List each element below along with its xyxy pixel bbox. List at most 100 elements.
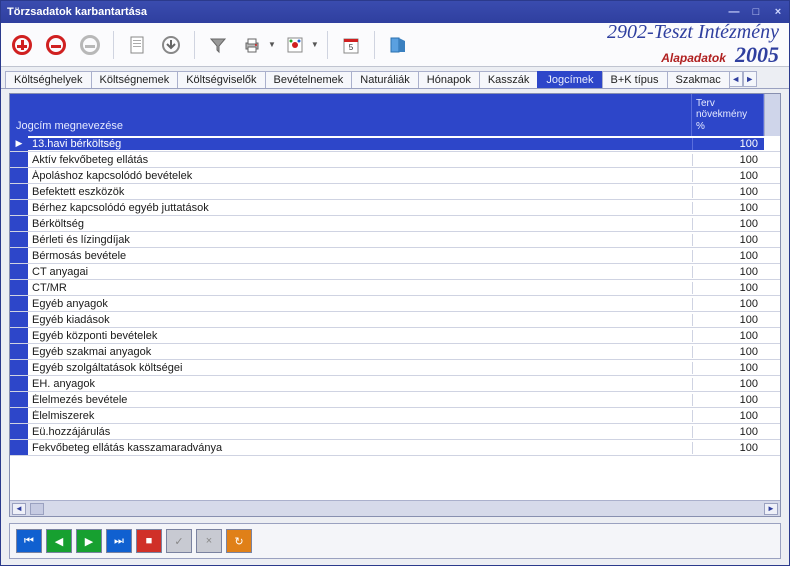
table-row[interactable]: Befektett eszközök100 bbox=[10, 184, 780, 200]
cell-name: Egyéb szakmai anyagok bbox=[28, 346, 692, 358]
table-row[interactable]: CT anyagai100 bbox=[10, 264, 780, 280]
tab-bev-telnemek[interactable]: Bevételnemek bbox=[265, 71, 353, 88]
nav-next-button[interactable]: ▶ bbox=[76, 529, 102, 553]
tab-natur-li-k[interactable]: Naturáliák bbox=[351, 71, 419, 88]
scroll-left-icon[interactable]: ◄ bbox=[12, 503, 26, 515]
cell-name: Egyéb központi bevételek bbox=[28, 330, 692, 342]
minimize-button[interactable]: — bbox=[727, 5, 741, 19]
row-marker bbox=[10, 424, 28, 439]
scroll-thumb[interactable] bbox=[30, 503, 44, 515]
titlebar: Törzsadatok karbantartása — □ × bbox=[1, 1, 789, 23]
close-button[interactable]: × bbox=[771, 5, 785, 19]
settings-dropdown-icon[interactable]: ▼ bbox=[311, 40, 319, 49]
tab-kassz-k[interactable]: Kasszák bbox=[479, 71, 539, 88]
filter-button[interactable] bbox=[203, 30, 233, 60]
grid-body: ▶13.havi bérköltség100Aktív fekvőbeteg e… bbox=[10, 136, 780, 500]
table-row[interactable]: Bérköltség100 bbox=[10, 216, 780, 232]
nav-first-button[interactable]: ⏮ bbox=[16, 529, 42, 553]
disabled-remove-button bbox=[75, 30, 105, 60]
cell-value: 100 bbox=[692, 202, 764, 214]
scroll-right-icon[interactable]: ► bbox=[764, 503, 778, 515]
nav-last-button[interactable]: ⏭ bbox=[106, 529, 132, 553]
row-marker bbox=[10, 376, 28, 391]
table-row[interactable]: Egyéb szakmai anyagok100 bbox=[10, 344, 780, 360]
nav-prev-button[interactable]: ◀ bbox=[46, 529, 72, 553]
cell-value: 100 bbox=[692, 250, 764, 262]
table-row[interactable]: ▶13.havi bérköltség100 bbox=[10, 136, 780, 152]
document-button[interactable] bbox=[122, 30, 152, 60]
calendar-button[interactable]: 5 bbox=[336, 30, 366, 60]
table-row[interactable]: Bérhez kapcsolódó egyéb juttatások100 bbox=[10, 200, 780, 216]
col-name-header[interactable]: Jogcím megnevezése bbox=[16, 120, 123, 132]
grid-header: Jogcím megnevezése Terv növekmény % bbox=[10, 94, 780, 136]
cell-name: Élelmezés bevétele bbox=[28, 394, 692, 406]
row-marker bbox=[10, 152, 28, 167]
table-row[interactable]: Fekvőbeteg ellátás kasszamaradványa100 bbox=[10, 440, 780, 456]
table-row[interactable]: CT/MR100 bbox=[10, 280, 780, 296]
cell-name: CT anyagai bbox=[28, 266, 692, 278]
exit-button[interactable] bbox=[383, 30, 413, 60]
row-marker bbox=[10, 168, 28, 183]
tab-k-lts-gnemek[interactable]: Költségnemek bbox=[91, 71, 179, 88]
maximize-button[interactable]: □ bbox=[749, 5, 763, 19]
table-row[interactable]: Bérleti és lízingdíjak100 bbox=[10, 232, 780, 248]
tab-jogc-mek[interactable]: Jogcímek bbox=[537, 71, 602, 88]
table-row[interactable]: Egyéb szolgáltatások költségei100 bbox=[10, 360, 780, 376]
row-marker: ▶ bbox=[10, 136, 28, 151]
col-value-header[interactable]: Terv növekmény % bbox=[696, 98, 747, 133]
table-row[interactable]: Eü.hozzájárulás100 bbox=[10, 424, 780, 440]
tabs-bar: KöltséghelyekKöltségnemekKöltségviselőkB… bbox=[1, 67, 789, 89]
remove-button[interactable] bbox=[41, 30, 71, 60]
row-marker bbox=[10, 328, 28, 343]
cell-value: 100 bbox=[692, 234, 764, 246]
add-button[interactable] bbox=[7, 30, 37, 60]
cell-name: Egyéb kiadások bbox=[28, 314, 692, 326]
tab-b-k-t-pus[interactable]: B+K típus bbox=[602, 71, 668, 88]
table-row[interactable]: Élelmiszerek100 bbox=[10, 408, 780, 424]
cell-value: 100 bbox=[692, 378, 764, 390]
nav-stop-button[interactable]: ■ bbox=[136, 529, 162, 553]
row-marker bbox=[10, 408, 28, 423]
row-marker bbox=[10, 440, 28, 455]
table-row[interactable]: Egyéb anyagok100 bbox=[10, 296, 780, 312]
tabs-scroll-left[interactable]: ◄ bbox=[729, 71, 743, 87]
table-row[interactable]: Élelmezés bevétele100 bbox=[10, 392, 780, 408]
table-row[interactable]: Bérmosás bevétele100 bbox=[10, 248, 780, 264]
cell-value: 100 bbox=[692, 282, 764, 294]
tab-h-napok[interactable]: Hónapok bbox=[418, 71, 480, 88]
table-row[interactable]: Aktív fekvőbeteg ellátás100 bbox=[10, 152, 780, 168]
org-name: 2902-Teszt Intézmény bbox=[607, 21, 779, 43]
cell-name: Bérköltség bbox=[28, 218, 692, 230]
cell-name: Fekvőbeteg ellátás kasszamaradványa bbox=[28, 442, 692, 454]
table-row[interactable]: Ápoláshoz kapcsolódó bevételek100 bbox=[10, 168, 780, 184]
tabs-scroll-right[interactable]: ► bbox=[743, 71, 757, 87]
table-row[interactable]: Egyéb központi bevételek100 bbox=[10, 328, 780, 344]
cell-name: Bérmosás bevétele bbox=[28, 250, 692, 262]
table-row[interactable]: Egyéb kiadások100 bbox=[10, 312, 780, 328]
vertical-scrollbar[interactable] bbox=[764, 94, 780, 136]
cell-value: 100 bbox=[692, 186, 764, 198]
settings-button[interactable] bbox=[280, 30, 310, 60]
row-marker bbox=[10, 264, 28, 279]
cell-name: Ápoláshoz kapcsolódó bevételek bbox=[28, 170, 692, 182]
horizontal-scrollbar[interactable]: ◄ ► bbox=[10, 500, 780, 516]
toolbar: ▼ ▼ 5 2902-Teszt Intézmény Alapadatok 20… bbox=[1, 23, 789, 67]
tab-k-lts-ghelyek[interactable]: Költséghelyek bbox=[5, 71, 92, 88]
cell-value: 100 bbox=[692, 362, 764, 374]
cell-name: CT/MR bbox=[28, 282, 692, 294]
row-marker bbox=[10, 216, 28, 231]
print-dropdown-icon[interactable]: ▼ bbox=[268, 40, 276, 49]
download-button[interactable] bbox=[156, 30, 186, 60]
cell-value: 100 bbox=[692, 298, 764, 310]
row-marker bbox=[10, 280, 28, 295]
row-marker bbox=[10, 184, 28, 199]
cell-name: Eü.hozzájárulás bbox=[28, 426, 692, 438]
table-row[interactable]: EH. anyagok100 bbox=[10, 376, 780, 392]
cell-name: EH. anyagok bbox=[28, 378, 692, 390]
tab-k-lts-gvisel-k[interactable]: Költségviselők bbox=[177, 71, 265, 88]
cell-name: Élelmiszerek bbox=[28, 410, 692, 422]
cell-name: 13.havi bérköltség bbox=[28, 138, 692, 150]
nav-refresh-button[interactable]: ↻ bbox=[226, 529, 252, 553]
print-button[interactable] bbox=[237, 30, 267, 60]
tab-szakmac[interactable]: Szakmac bbox=[667, 71, 730, 88]
